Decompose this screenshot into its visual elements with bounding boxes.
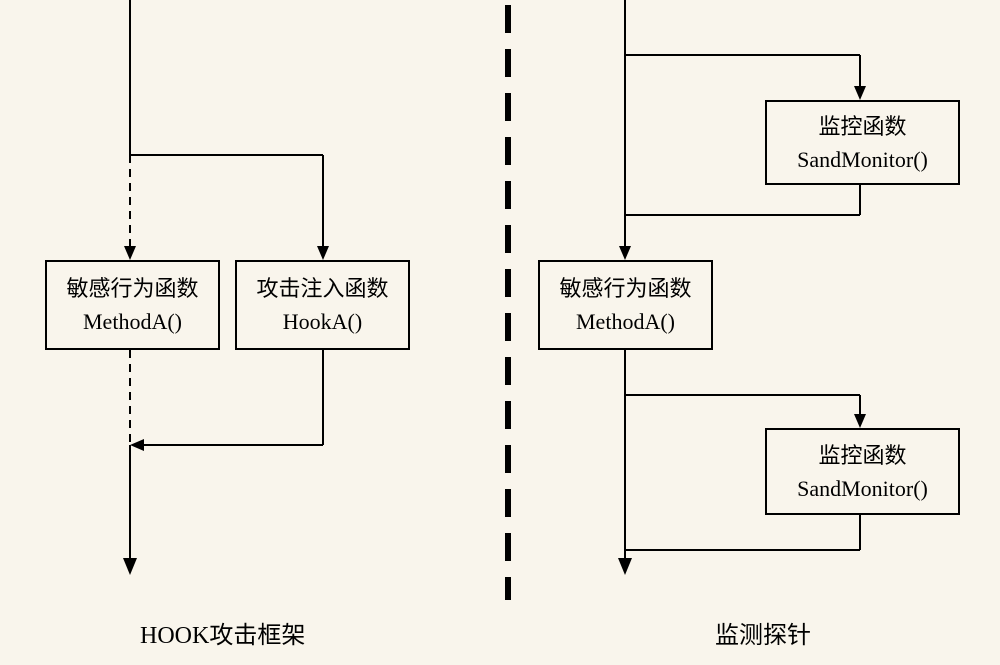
right-sandmonitor-bottom-fn: SandMonitor() — [797, 472, 928, 505]
right-sandmonitor-bottom-box: 监控函数 SandMonitor() — [765, 428, 960, 515]
right-sandmonitor-top-fn: SandMonitor() — [797, 143, 928, 176]
right-sandmonitor-top-box: 监控函数 SandMonitor() — [765, 100, 960, 185]
right-methoda-fn: MethodA() — [576, 305, 675, 338]
right-sandmonitor-bottom-title: 监控函数 — [818, 439, 906, 472]
left-hooka-box: 攻击注入函数 HookA() — [235, 260, 410, 350]
left-hooka-title: 攻击注入函数 — [256, 272, 388, 305]
right-methoda-box: 敏感行为函数 MethodA() — [538, 260, 713, 350]
right-sandmonitor-top-title: 监控函数 — [818, 110, 906, 143]
left-methoda-title: 敏感行为函数 — [66, 272, 198, 305]
right-caption: 监测探针 — [715, 615, 811, 650]
left-hooka-fn: HookA() — [283, 305, 362, 338]
left-caption: HOOK攻击框架 — [140, 615, 305, 650]
left-methoda-fn: MethodA() — [83, 305, 182, 338]
right-methoda-title: 敏感行为函数 — [559, 272, 691, 305]
left-methoda-box: 敏感行为函数 MethodA() — [45, 260, 220, 350]
diagram-container: 敏感行为函数 MethodA() 攻击注入函数 HookA() 监控函数 San… — [0, 0, 1000, 665]
